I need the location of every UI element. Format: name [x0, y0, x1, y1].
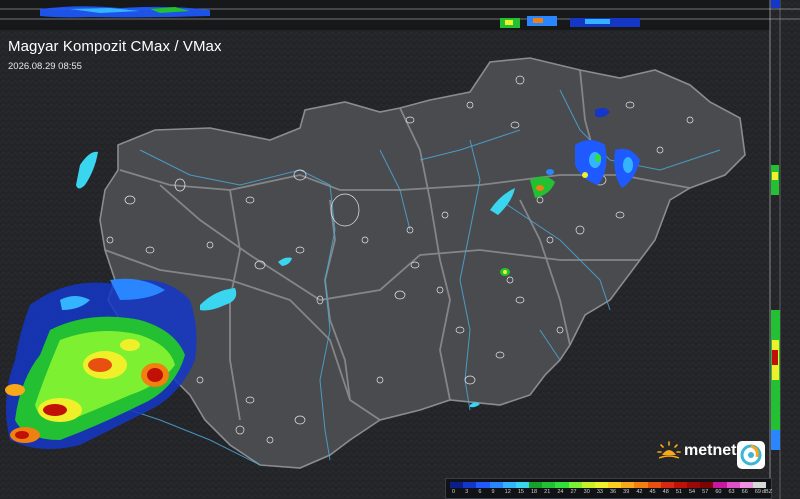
map-title: Magyar Kompozit CMax / VMax: [8, 38, 222, 55]
scale-swatch: [673, 482, 688, 488]
scale-label: 39: [623, 489, 630, 495]
scale-label: 66: [741, 489, 748, 495]
scale-swatch: [502, 482, 516, 488]
dbz-color-scale: 0 3 6 9 12 15 18 21 24 27 30 33 36 39 42 45 48 51 54 57 60 63…: [445, 478, 772, 499]
scale-swatch: [752, 482, 767, 488]
scale-swatch: [450, 482, 464, 488]
scale-swatch: [687, 482, 701, 488]
swirl-icon: [740, 444, 762, 466]
scale-swatch: [568, 482, 582, 488]
scale-swatch: [726, 482, 740, 488]
scale-swatch: [647, 482, 661, 488]
scale-label: 69: [754, 489, 761, 495]
scale-label: 60: [715, 489, 722, 495]
scale-label: 45: [649, 489, 656, 495]
scale-swatch: [621, 482, 635, 488]
scale-swatch: [713, 482, 727, 488]
scale-label: 9: [491, 489, 495, 495]
scale-label: 42: [636, 489, 643, 495]
scale-label: 57: [702, 489, 709, 495]
scale-color-bar: [450, 482, 767, 488]
scale-label: 63: [728, 489, 735, 495]
scale-swatch: [555, 482, 569, 488]
scale-unit: dBZ: [762, 489, 773, 495]
scale-swatch: [529, 482, 543, 488]
scale-swatch: [608, 482, 622, 488]
scale-label: 54: [689, 489, 696, 495]
scale-label: 6: [478, 489, 482, 495]
scale-label: 3: [465, 489, 469, 495]
scale-swatch: [542, 482, 556, 488]
scale-label: 24: [557, 489, 564, 495]
metnet-logo[interactable]: metnet: [656, 440, 736, 462]
scale-swatch: [634, 482, 648, 488]
logo-text: metnet: [684, 442, 737, 459]
scale-swatch: [515, 482, 530, 488]
radar-map: [0, 0, 800, 499]
scale-swatch: [476, 482, 490, 488]
scale-label: 27: [570, 489, 577, 495]
scale-swatch: [700, 482, 714, 488]
scale-label: 0: [452, 489, 456, 495]
scale-label: 30: [583, 489, 590, 495]
scale-label: 21: [544, 489, 551, 495]
scale-label: 36: [610, 489, 617, 495]
swirl-badge[interactable]: [737, 441, 765, 469]
scale-swatch: [581, 482, 595, 488]
scale-label: 33: [596, 489, 603, 495]
scale-label: 15: [517, 489, 524, 495]
scale-label: 18: [531, 489, 538, 495]
map-timestamp: 2026.08.29 08:55: [8, 61, 82, 72]
scale-labels: 0 3 6 9 12 15 18 21 24 27 30 33 36 39 42 45 48 51 54 57 60 63…: [450, 489, 773, 497]
scale-label: 51: [675, 489, 682, 495]
scale-swatch: [463, 482, 477, 488]
scale-label: 12: [504, 489, 511, 495]
scale-swatch: [660, 482, 674, 488]
sun-icon: [657, 441, 681, 459]
scale-swatch: [489, 482, 503, 488]
scale-label: 48: [662, 489, 669, 495]
scale-swatch: [739, 482, 753, 488]
scale-swatch: [594, 482, 609, 488]
